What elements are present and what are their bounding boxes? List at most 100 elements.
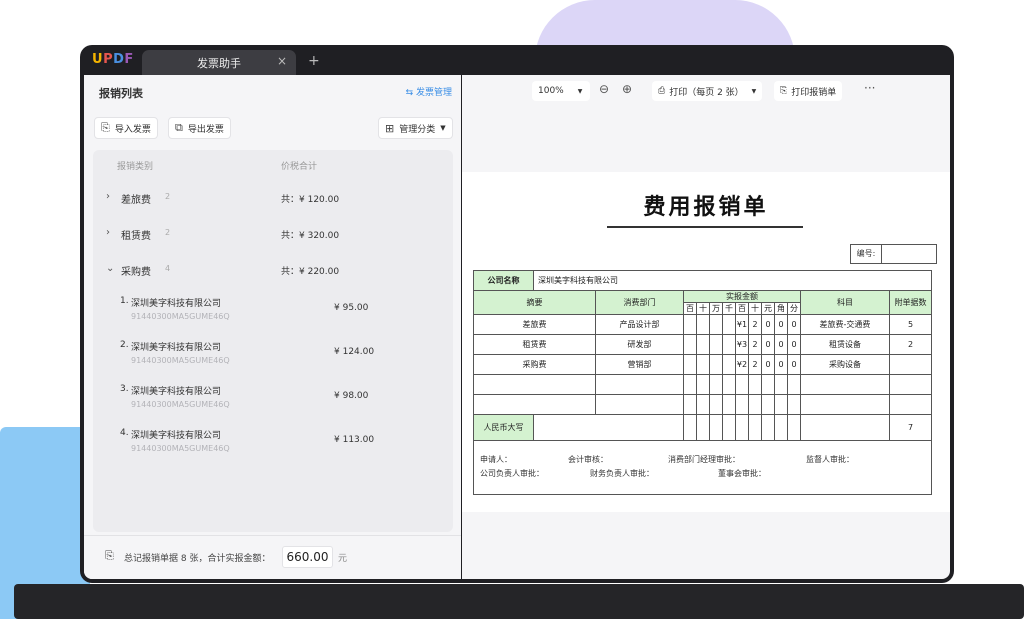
row-dept: 产品设计部: [595, 314, 684, 335]
report-no-label: 编号:: [850, 244, 882, 264]
reimbursement-panel: 报销列表 ⇆ 发票管理 ⎘ 导入发票 ⧉ 导出发票 ⊞ 管理分类 ▼ 报销类别 价税合计…: [84, 75, 461, 579]
category-name: 采购费: [121, 267, 151, 278]
sig-company-head: 公司负责人审批：: [480, 469, 544, 478]
table-row: 租赁费 研发部 ¥3 2 0 0 0 租赁设备 2: [473, 334, 932, 355]
total-amount-field[interactable]: 660.00: [282, 546, 333, 568]
chevron-down-icon: ▼: [751, 87, 757, 95]
report-title: 费用报销单: [643, 195, 769, 220]
digit-header: 万: [709, 302, 723, 315]
row-attach: [889, 354, 932, 375]
digit-cell: 0: [774, 314, 788, 335]
category-row[interactable]: ⌄ 采购费 4 共：¥ 220.00: [93, 261, 453, 281]
digit-header: 十: [696, 302, 710, 315]
zoom-in-icon[interactable]: ⊕: [622, 82, 632, 96]
category-count: 2: [165, 192, 171, 201]
category-row[interactable]: › 差旅费 2 共：¥ 120.00: [93, 189, 453, 209]
digit-cell: [683, 314, 697, 335]
digit-cell: [722, 314, 736, 335]
expense-report: 费用报销单 编号: 公司名称 深圳美字科技有限公司 摘要 消费部门 实报金额 科…: [462, 172, 950, 512]
import-label: 导入发票: [114, 124, 151, 135]
digit-cell: ¥3: [735, 334, 749, 355]
digit-cell: [722, 354, 736, 375]
chevron-right-icon: ›: [106, 191, 110, 202]
category-label: 管理分类: [399, 124, 436, 135]
printer-icon: ⎙: [658, 86, 666, 96]
digit-cell: 2: [748, 354, 762, 375]
invoice-amount: ¥ 98.00: [334, 391, 369, 401]
print-label: 打印（每页 2 张）: [669, 87, 744, 98]
invoice-tax-code: 91440300MA5GUME46Q: [131, 444, 230, 453]
subject-header: 科目: [800, 290, 890, 315]
row-attach: 2: [889, 334, 932, 355]
invoice-tax-code: 91440300MA5GUME46Q: [131, 400, 230, 409]
print-report-label: 打印报销单: [791, 87, 837, 98]
import-invoice-button[interactable]: ⎘ 导入发票: [94, 117, 158, 139]
close-icon[interactable]: ×: [277, 54, 287, 68]
category-row[interactable]: › 租赁费 2 共：¥ 320.00: [93, 225, 453, 245]
chevron-right-icon: ›: [106, 227, 110, 238]
invoice-item[interactable]: 3. 深圳美字科技有限公司 91440300MA5GUME46Q ¥ 98.00: [93, 384, 453, 420]
category-name: 差旅费: [121, 195, 151, 206]
rmb-label: 人民币大写: [473, 414, 534, 441]
currency-unit: 元: [338, 554, 348, 564]
digit-header: 元: [761, 302, 775, 315]
invoice-company: 深圳美字科技有限公司: [131, 431, 222, 441]
row-summary: 租赁费: [473, 334, 596, 355]
digit-cell: 0: [774, 354, 788, 375]
digit-cell: 0: [761, 354, 775, 375]
digit-cell: [696, 314, 710, 335]
sig-applicant: 申请人：: [480, 455, 512, 464]
more-icon[interactable]: ···: [864, 81, 875, 95]
invoice-item[interactable]: 4. 深圳美字科技有限公司 91440300MA5GUME46Q ¥ 113.0…: [93, 428, 453, 464]
category-count: 2: [165, 228, 171, 237]
invoice-amount: ¥ 113.00: [334, 435, 375, 445]
tab-title: 发票助手: [197, 57, 241, 70]
device-base: [14, 584, 1024, 619]
digit-cell: [683, 334, 697, 355]
new-tab-icon[interactable]: +: [308, 53, 320, 69]
digit-cell: ¥2: [735, 354, 749, 375]
category-name: 租赁费: [121, 231, 151, 242]
category-total: 共：¥ 320.00: [281, 231, 340, 241]
attach-header: 附单据数: [889, 290, 932, 315]
digit-cell: 0: [787, 354, 801, 375]
category-total: 共：¥ 220.00: [281, 267, 340, 277]
zoom-select[interactable]: 100% ▼: [532, 81, 590, 101]
total-attach: 7: [889, 414, 932, 441]
print-report-button[interactable]: ⎘ 打印报销单: [774, 81, 843, 101]
zoom-value: 100%: [538, 86, 564, 96]
sig-dept-manager: 消费部门经理审批：: [668, 455, 740, 464]
zoom-out-icon[interactable]: ⊖: [599, 82, 609, 96]
digit-cell: 0: [787, 334, 801, 355]
report-no-field[interactable]: [881, 244, 937, 264]
sig-accounting: 会计审核：: [568, 455, 608, 464]
document-icon: ⎘: [780, 86, 788, 96]
grid-icon: ⊞: [385, 121, 395, 135]
summary-text: 总记报销单据 8 张，合计实报金额：: [124, 554, 271, 564]
invoice-company: 深圳美字科技有限公司: [131, 299, 222, 309]
total-row: 人民币大写 7: [473, 414, 932, 441]
invoice-company: 深圳美字科技有限公司: [131, 387, 222, 397]
manage-category-dropdown[interactable]: ⊞ 管理分类 ▼: [378, 117, 453, 139]
row-subject: 采购设备: [800, 354, 890, 375]
category-list: 报销类别 价税合计 › 差旅费 2 共：¥ 120.00 › 租赁费 2 共：¥…: [93, 150, 453, 532]
export-invoice-button[interactable]: ⧉ 导出发票: [168, 117, 231, 139]
digit-cell: 0: [761, 314, 775, 335]
document-icon: ⎘: [101, 121, 110, 134]
print-button[interactable]: ⎙ 打印（每页 2 张） ▼: [652, 81, 763, 101]
chevron-down-icon: ▼: [577, 87, 583, 95]
invoice-management-label: 发票管理: [415, 88, 452, 98]
digit-header: 千: [722, 302, 736, 315]
invoice-item[interactable]: 2. 深圳美字科技有限公司 91440300MA5GUME46Q ¥ 124.0…: [93, 340, 453, 376]
amount-header: 实报金额: [683, 290, 801, 303]
tab-invoice-assistant[interactable]: 发票助手 ×: [142, 50, 296, 75]
invoice-item[interactable]: 1. 深圳美字科技有限公司 91440300MA5GUME46Q ¥ 95.00: [93, 296, 453, 332]
digit-cell: [709, 314, 723, 335]
digit-header: 百: [683, 302, 697, 315]
invoice-index: 4.: [120, 428, 129, 438]
row-subject: 差旅费-交通费: [800, 314, 890, 335]
invoice-management-link[interactable]: ⇆ 发票管理: [406, 85, 452, 98]
digit-header: 百: [735, 302, 749, 315]
digit-header: 十: [748, 302, 762, 315]
document-icon: ⎘: [105, 549, 114, 562]
